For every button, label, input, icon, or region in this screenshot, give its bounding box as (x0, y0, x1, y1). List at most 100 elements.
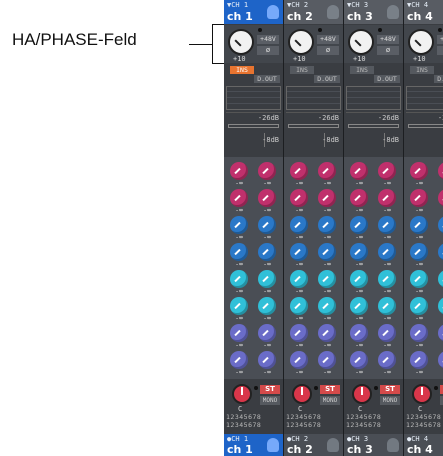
mix-send-knob[interactable] (318, 270, 336, 288)
mix-send-knob[interactable] (230, 162, 248, 180)
mix-send-knob[interactable] (258, 162, 276, 180)
pan-knob[interactable] (412, 384, 432, 404)
mix-send-knob[interactable] (410, 189, 428, 207)
mix-send-knob[interactable] (318, 297, 336, 315)
group-assign-field[interactable]: 12345678 12345678 (406, 413, 443, 429)
mix-send-knob[interactable] (230, 351, 248, 369)
direct-out-button[interactable]: D.OUT (434, 75, 443, 83)
phase-button[interactable]: ø (437, 46, 443, 55)
phantom-48v-button[interactable]: +48V (257, 35, 279, 44)
eq-graph[interactable] (226, 86, 281, 110)
mix-send-knob[interactable] (258, 324, 276, 342)
dynamics-field[interactable]: -26dB-8dB (346, 112, 401, 151)
mono-button[interactable]: MONO (320, 396, 340, 405)
channel-select-header[interactable]: ▼CH 2 ch 2 (284, 0, 343, 24)
mix-send-knob[interactable] (378, 162, 396, 180)
pan-knob[interactable] (292, 384, 312, 404)
mix-send-knob[interactable] (290, 243, 308, 261)
mix-send-knob[interactable] (378, 270, 396, 288)
channel-footer[interactable]: ●CH 4 ch 4 (404, 434, 443, 456)
channel-select-header[interactable]: ▼CH 3 ch 3 (344, 0, 403, 24)
mix-send-knob[interactable] (318, 324, 336, 342)
mix-send-knob[interactable] (230, 189, 248, 207)
mix-send-knob[interactable] (290, 270, 308, 288)
eq-graph[interactable] (406, 86, 443, 110)
mix-send-knob[interactable] (230, 270, 248, 288)
mix-send-knob[interactable] (230, 243, 248, 261)
channel-select-header[interactable]: ▼CH 4 ch 4 (404, 0, 443, 24)
dynamics-field[interactable]: -26dB-8dB (286, 112, 341, 151)
mix-send-knob[interactable] (378, 189, 396, 207)
ha-gain-knob[interactable] (228, 29, 254, 55)
mix-send-knob[interactable] (410, 216, 428, 234)
insert-button[interactable]: INS (290, 66, 314, 74)
phase-button[interactable]: ø (317, 46, 339, 55)
mix-send-knob[interactable] (318, 351, 336, 369)
mix-send-knob[interactable] (378, 216, 396, 234)
mix-send-knob[interactable] (230, 297, 248, 315)
mix-send-knob[interactable] (350, 162, 368, 180)
mix-send-knob[interactable] (258, 351, 276, 369)
ha-gain-knob[interactable] (348, 29, 374, 55)
mix-send-knob[interactable] (290, 297, 308, 315)
mix-send-knob[interactable] (258, 216, 276, 234)
stereo-button[interactable]: ST (320, 385, 340, 394)
mix-send-knob[interactable] (290, 324, 308, 342)
insert-button[interactable]: INS (410, 66, 434, 74)
ha-gain-knob[interactable] (288, 29, 314, 55)
mix-send-knob[interactable] (258, 243, 276, 261)
mix-send-knob[interactable] (290, 189, 308, 207)
mix-send-knob[interactable] (350, 243, 368, 261)
channel-footer[interactable]: ●CH 3 ch 3 (344, 434, 403, 456)
mix-send-knob[interactable] (378, 324, 396, 342)
phase-button[interactable]: ø (257, 46, 279, 55)
mix-send-knob[interactable] (350, 297, 368, 315)
mix-send-knob[interactable] (410, 351, 428, 369)
mix-send-knob[interactable] (378, 297, 396, 315)
channel-footer[interactable]: ●CH 2 ch 2 (284, 434, 343, 456)
direct-out-button[interactable]: D.OUT (374, 75, 400, 83)
group-assign-field[interactable]: 12345678 12345678 (286, 413, 341, 429)
channel-select-header[interactable]: ▼CH 1 ch 1 (224, 0, 283, 24)
mix-send-knob[interactable] (410, 162, 428, 180)
dynamics-field[interactable]: -26dB-8dB (406, 112, 443, 151)
mix-send-knob[interactable] (350, 216, 368, 234)
mix-send-knob[interactable] (318, 243, 336, 261)
group-assign-field[interactable]: 12345678 12345678 (346, 413, 401, 429)
stereo-button[interactable]: ST (260, 385, 280, 394)
mix-send-knob[interactable] (230, 216, 248, 234)
mix-send-knob[interactable] (350, 324, 368, 342)
mix-send-knob[interactable] (230, 324, 248, 342)
mono-button[interactable]: MONO (380, 396, 400, 405)
mix-send-knob[interactable] (258, 270, 276, 288)
pan-knob[interactable] (232, 384, 252, 404)
insert-button[interactable]: INS (350, 66, 374, 74)
mix-send-knob[interactable] (258, 297, 276, 315)
direct-out-button[interactable]: D.OUT (254, 75, 280, 83)
group-assign-field[interactable]: 12345678 12345678 (226, 413, 281, 429)
ha-gain-knob[interactable] (408, 29, 434, 55)
pan-knob[interactable] (352, 384, 372, 404)
mix-send-knob[interactable] (318, 216, 336, 234)
phantom-48v-button[interactable]: +48V (317, 35, 339, 44)
eq-graph[interactable] (346, 86, 401, 110)
channel-footer[interactable]: ●CH 1 ch 1 (224, 434, 283, 456)
mix-send-knob[interactable] (350, 270, 368, 288)
stereo-button[interactable]: ST (380, 385, 400, 394)
mix-send-knob[interactable] (410, 297, 428, 315)
mix-send-knob[interactable] (350, 351, 368, 369)
mix-send-knob[interactable] (318, 189, 336, 207)
dynamics-field[interactable]: -26dB-8dB (226, 112, 281, 151)
phantom-48v-button[interactable]: +48V (377, 35, 399, 44)
phantom-48v-button[interactable]: +48V (437, 35, 443, 44)
mix-send-knob[interactable] (378, 351, 396, 369)
mono-button[interactable]: MONO (260, 396, 280, 405)
mix-send-knob[interactable] (378, 243, 396, 261)
mix-send-knob[interactable] (258, 189, 276, 207)
mix-send-knob[interactable] (410, 270, 428, 288)
insert-button[interactable]: INS (230, 66, 254, 74)
mix-send-knob[interactable] (410, 324, 428, 342)
mix-send-knob[interactable] (290, 162, 308, 180)
direct-out-button[interactable]: D.OUT (314, 75, 340, 83)
eq-graph[interactable] (286, 86, 341, 110)
